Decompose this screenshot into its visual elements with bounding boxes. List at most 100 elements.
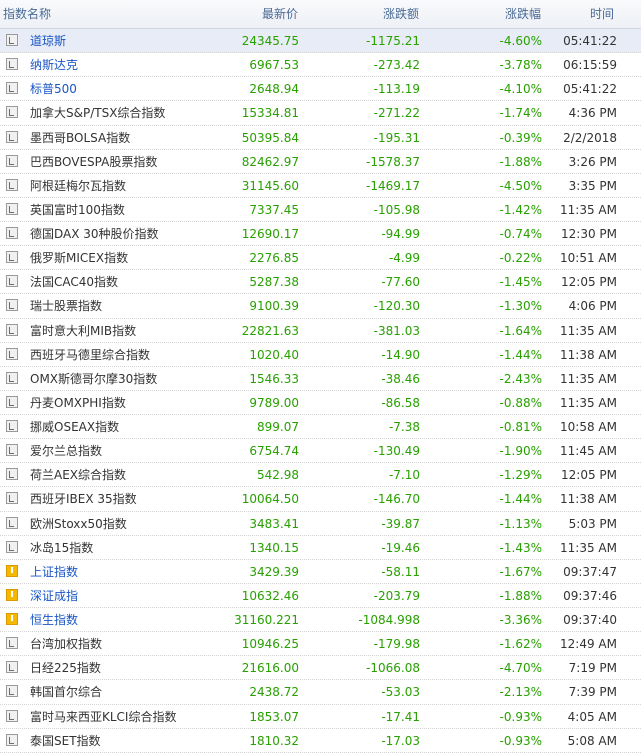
index-name[interactable]: OMX斯德哥尔摩30指数 xyxy=(30,372,157,386)
table-row[interactable]: 韩国首尔综合 2438.72 -53.03 -2.13% 7:39 PM xyxy=(0,680,641,705)
chart-icon[interactable] xyxy=(6,540,18,553)
index-name[interactable]: 欧洲Stoxx50指数 xyxy=(30,517,127,531)
index-name[interactable]: 俄罗斯MICEX指数 xyxy=(30,251,128,265)
table-row[interactable]: 俄罗斯MICEX指数 2276.85 -4.99 -0.22% 10:51 AM xyxy=(0,246,641,271)
chart-icon[interactable] xyxy=(6,444,18,457)
change-amount: -86.58 xyxy=(381,395,420,410)
table-row[interactable]: 富时马来西亚KLCI综合指数 1853.07 -17.41 -0.93% 4:05 AM xyxy=(0,705,641,729)
chart-icon[interactable] xyxy=(6,516,18,529)
table-row[interactable]: 深证成指 10632.46 -203.79 -1.88% 09:37:46 xyxy=(0,584,641,608)
chart-icon[interactable] xyxy=(6,202,18,215)
header-name[interactable]: 指数名称 xyxy=(3,7,51,21)
change-percent: -0.81% xyxy=(499,420,542,434)
index-name[interactable]: 德国DAX 30种股价指数 xyxy=(30,227,159,241)
chart-icon[interactable] xyxy=(6,420,18,432)
table-row[interactable]: 上证指数 3429.39 -58.11 -1.67% 09:37:47 xyxy=(0,560,641,584)
warning-icon[interactable] xyxy=(6,588,18,601)
index-name[interactable]: 纳斯达克 xyxy=(30,58,78,72)
chart-icon[interactable] xyxy=(6,34,18,46)
index-name[interactable]: 英国富时100指数 xyxy=(30,203,125,217)
index-name[interactable]: 道琼斯 xyxy=(30,34,66,48)
header-price[interactable]: 最新价 xyxy=(262,7,298,21)
index-name[interactable]: 加拿大S&P/TSX综合指数 xyxy=(30,106,165,120)
change-amount: -19.46 xyxy=(381,540,420,555)
change-percent: -1.42% xyxy=(499,202,542,217)
index-name[interactable]: 荷兰AEX综合指数 xyxy=(30,468,126,482)
warning-icon[interactable] xyxy=(6,613,18,625)
change-percent: -1.88% xyxy=(499,154,542,169)
index-name[interactable]: 台湾加权指数 xyxy=(30,637,102,651)
index-name[interactable]: 深证成指 xyxy=(30,589,78,603)
chart-icon[interactable] xyxy=(6,661,18,674)
index-name[interactable]: 瑞士股票指数 xyxy=(30,299,102,313)
table-row[interactable]: 泰国SET指数 1810.32 -17.03 -0.93% 5:08 AM xyxy=(0,729,641,753)
table-row[interactable]: 荷兰AEX综合指数 542.98 -7.10 -1.29% 12:05 PM xyxy=(0,463,641,488)
chart-icon[interactable] xyxy=(6,733,18,746)
table-row[interactable]: 加拿大S&P/TSX综合指数 15334.81 -271.22 -1.74% 4:36 … xyxy=(0,101,641,126)
table-row[interactable]: 台湾加权指数 10946.25 -179.98 -1.62% 12:49 AM xyxy=(0,632,641,657)
chart-icon[interactable] xyxy=(6,275,18,288)
table-row[interactable]: 西班牙IBEX 35指数 10064.50 -146.70 -1.44% 11:38 A… xyxy=(0,487,641,512)
table-row[interactable]: 阿根廷梅尔瓦指数 31145.60 -1469.17 -4.50% 3:35 PM xyxy=(0,174,641,198)
table-row[interactable]: 道琼斯 24345.75 -1175.21 -4.60% 05:41:22 xyxy=(0,29,641,54)
chart-icon[interactable] xyxy=(6,58,18,71)
chart-icon[interactable] xyxy=(6,82,18,95)
table-row[interactable]: 欧洲Stoxx50指数 3483.41 -39.87 -1.13% 5:03 PM xyxy=(0,512,641,536)
index-name[interactable]: 法国CAC40指数 xyxy=(30,275,118,289)
index-name[interactable]: 西班牙IBEX 35指数 xyxy=(30,492,137,506)
index-name[interactable]: 日经225指数 xyxy=(30,661,101,675)
index-name[interactable]: 泰国SET指数 xyxy=(30,734,101,748)
index-name[interactable]: 爱尔兰总指数 xyxy=(30,444,102,458)
chart-icon[interactable] xyxy=(6,323,18,336)
index-name[interactable]: 富时意大利MIB指数 xyxy=(30,324,136,338)
header-change[interactable]: 涨跌额 xyxy=(383,7,419,21)
index-name[interactable]: 挪威OSEAX指数 xyxy=(30,420,119,434)
chart-icon[interactable] xyxy=(6,492,18,505)
chart-icon[interactable] xyxy=(6,685,18,698)
index-name[interactable]: 恒生指数 xyxy=(30,613,78,627)
index-name[interactable]: 墨西哥BOLSA指数 xyxy=(30,131,130,145)
table-row[interactable]: 瑞士股票指数 9100.39 -120.30 -1.30% 4:06 PM xyxy=(0,294,641,319)
index-name[interactable]: 巴西BOVESPA股票指数 xyxy=(30,155,157,169)
index-name[interactable]: 西班牙马德里综合指数 xyxy=(30,348,150,362)
chart-icon[interactable] xyxy=(6,178,18,191)
table-row[interactable]: OMX斯德哥尔摩30指数 1546.33 -38.46 -2.43% 11:35 AM xyxy=(0,367,641,391)
index-name[interactable]: 韩国首尔综合 xyxy=(30,685,102,699)
table-row[interactable]: 墨西哥BOLSA指数 50395.84 -195.31 -0.39% 2/2/2018 xyxy=(0,126,641,150)
chart-icon[interactable] xyxy=(6,227,18,239)
table-row[interactable]: 德国DAX 30种股价指数 12690.17 -94.99 -0.74% 12:30 P… xyxy=(0,222,641,247)
chart-icon[interactable] xyxy=(6,468,18,481)
header-time[interactable]: 时间 xyxy=(590,7,614,21)
chart-icon[interactable] xyxy=(6,637,18,650)
table-row[interactable]: 标普500 2648.94 -113.19 -4.10% 05:41:22 xyxy=(0,77,641,102)
table-row[interactable]: 巴西BOVESPA股票指数 82462.97 -1578.37 -1.88% 3:26 … xyxy=(0,150,641,174)
table-row[interactable]: 冰岛15指数 1340.15 -19.46 -1.43% 11:35 AM xyxy=(0,536,641,560)
index-name[interactable]: 富时马来西亚KLCI综合指数 xyxy=(30,710,176,724)
table-row[interactable]: 西班牙马德里综合指数 1020.40 -14.90 -1.44% 11:38 AM xyxy=(0,343,641,367)
index-name[interactable]: 丹麦OMXPHI指数 xyxy=(30,396,126,410)
chart-icon[interactable] xyxy=(6,709,18,722)
table-row[interactable]: 富时意大利MIB指数 22821.63 -381.03 -1.64% 11:35 AM xyxy=(0,319,641,343)
warning-icon[interactable] xyxy=(6,564,18,577)
table-row[interactable]: 丹麦OMXPHI指数 9789.00 -86.58 -0.88% 11:35 AM xyxy=(0,391,641,415)
table-row[interactable]: 日经225指数 21616.00 -1066.08 -4.70% 7:19 PM xyxy=(0,656,641,681)
table-row[interactable]: 恒生指数 31160.221 -1084.998 -3.36% 09:37:40 xyxy=(0,608,641,633)
header-change-percent[interactable]: 涨跌幅 xyxy=(505,7,541,21)
chart-icon[interactable] xyxy=(6,154,18,167)
chart-icon[interactable] xyxy=(6,251,18,264)
table-row[interactable]: 法国CAC40指数 5287.38 -77.60 -1.45% 12:05 PM xyxy=(0,270,641,295)
table-row[interactable]: 爱尔兰总指数 6754.74 -130.49 -1.90% 11:45 AM xyxy=(0,439,641,464)
index-name[interactable]: 上证指数 xyxy=(30,565,78,579)
chart-icon[interactable] xyxy=(6,106,18,119)
table-row[interactable]: 挪威OSEAX指数 899.07 -7.38 -0.81% 10:58 AM xyxy=(0,415,641,440)
chart-icon[interactable] xyxy=(6,371,18,384)
index-name[interactable]: 标普500 xyxy=(30,82,77,96)
chart-icon[interactable] xyxy=(6,130,18,143)
chart-icon[interactable] xyxy=(6,347,18,360)
index-name[interactable]: 冰岛15指数 xyxy=(30,541,93,555)
chart-icon[interactable] xyxy=(6,299,18,312)
table-row[interactable]: 英国富时100指数 7337.45 -105.98 -1.42% 11:35 AM xyxy=(0,198,641,222)
table-row[interactable]: 纳斯达克 6967.53 -273.42 -3.78% 06:15:59 xyxy=(0,53,641,78)
chart-icon[interactable] xyxy=(6,395,18,408)
index-name[interactable]: 阿根廷梅尔瓦指数 xyxy=(30,179,126,193)
